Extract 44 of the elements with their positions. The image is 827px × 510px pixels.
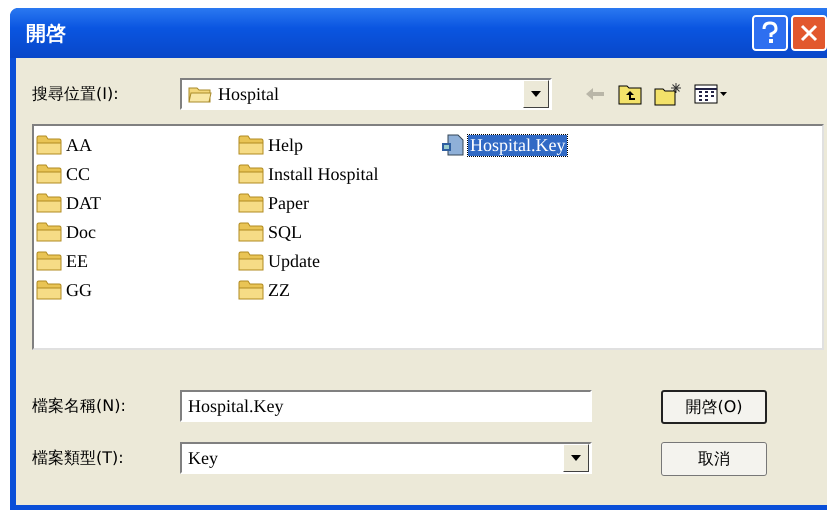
folder-item[interactable]: Install Hospital: [238, 161, 380, 187]
look-in-value: Hospital: [218, 84, 280, 104]
window-title: 開啓: [26, 20, 66, 46]
up-folder-icon[interactable]: [618, 83, 642, 105]
folder-icon: [238, 279, 264, 301]
folder-icon: [238, 192, 264, 214]
open-button[interactable]: 開啓(O): [661, 390, 767, 424]
folder-item[interactable]: DAT: [36, 190, 103, 216]
help-icon: [760, 21, 780, 45]
folder-icon: [238, 221, 264, 243]
folder-item[interactable]: Help: [238, 132, 305, 158]
folder-item[interactable]: SQL: [238, 219, 304, 245]
folder-icon: [238, 134, 264, 156]
new-folder-icon[interactable]: [654, 82, 682, 106]
folder-item[interactable]: EE: [36, 248, 90, 274]
file-type-label: 檔案類型(T):: [32, 448, 125, 468]
folder-icon: [36, 279, 62, 301]
close-button[interactable]: [791, 15, 827, 51]
folder-icon: [188, 85, 212, 103]
look-in-label: 搜尋位置(I):: [32, 84, 120, 104]
folder-item[interactable]: AA: [36, 132, 94, 158]
folder-icon: [36, 250, 62, 272]
document-icon: [440, 134, 466, 156]
folder-icon: [36, 134, 62, 156]
folder-icon: [238, 163, 264, 185]
folder-item[interactable]: ZZ: [238, 277, 292, 303]
close-icon: [799, 23, 819, 43]
folder-item[interactable]: Paper: [238, 190, 311, 216]
look-in-dropdown[interactable]: Hospital: [180, 78, 552, 110]
folder-icon: [36, 163, 62, 185]
folder-icon: [36, 192, 62, 214]
file-name-label: 檔案名稱(N):: [32, 396, 127, 416]
folder-icon: [36, 221, 62, 243]
folder-item[interactable]: Doc: [36, 219, 98, 245]
folder-item[interactable]: CC: [36, 161, 92, 187]
file-type-dropdown[interactable]: Key: [180, 442, 592, 474]
folder-item[interactable]: GG: [36, 277, 94, 303]
file-name-field[interactable]: Hospital.Key: [180, 390, 592, 422]
cancel-button[interactable]: 取消: [661, 442, 767, 476]
folder-item[interactable]: Update: [238, 248, 322, 274]
view-menu-icon[interactable]: [694, 83, 728, 105]
file-type-value: Key: [188, 448, 219, 468]
folder-icon: [238, 250, 264, 272]
help-button[interactable]: [752, 15, 788, 51]
